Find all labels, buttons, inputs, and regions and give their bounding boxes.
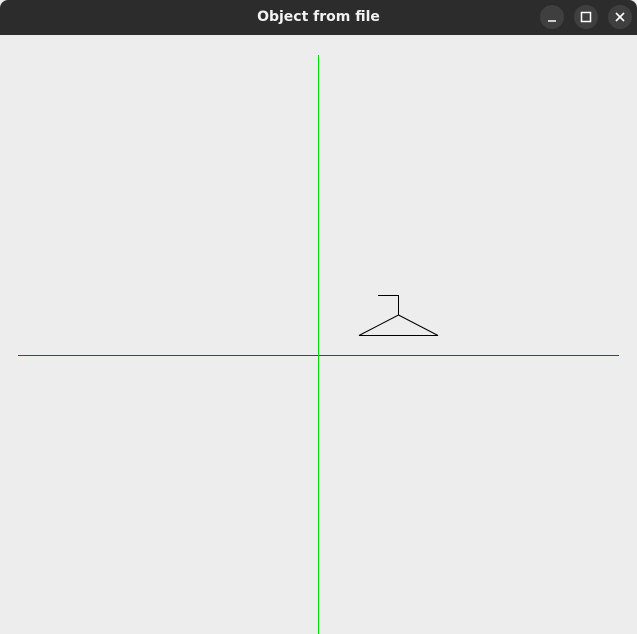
object-triangle xyxy=(358,314,439,336)
minimize-button[interactable] xyxy=(540,5,564,29)
object-hook xyxy=(378,295,399,315)
close-button[interactable] xyxy=(608,5,632,29)
close-icon xyxy=(615,12,625,22)
drawing-canvas[interactable] xyxy=(0,35,637,634)
hanger-object xyxy=(358,295,439,336)
minimize-icon xyxy=(548,20,556,22)
app-window: Object from file xyxy=(0,0,637,634)
maximize-button[interactable] xyxy=(574,5,598,29)
title-bar[interactable]: Object from file xyxy=(0,0,637,35)
maximize-icon xyxy=(580,11,592,23)
